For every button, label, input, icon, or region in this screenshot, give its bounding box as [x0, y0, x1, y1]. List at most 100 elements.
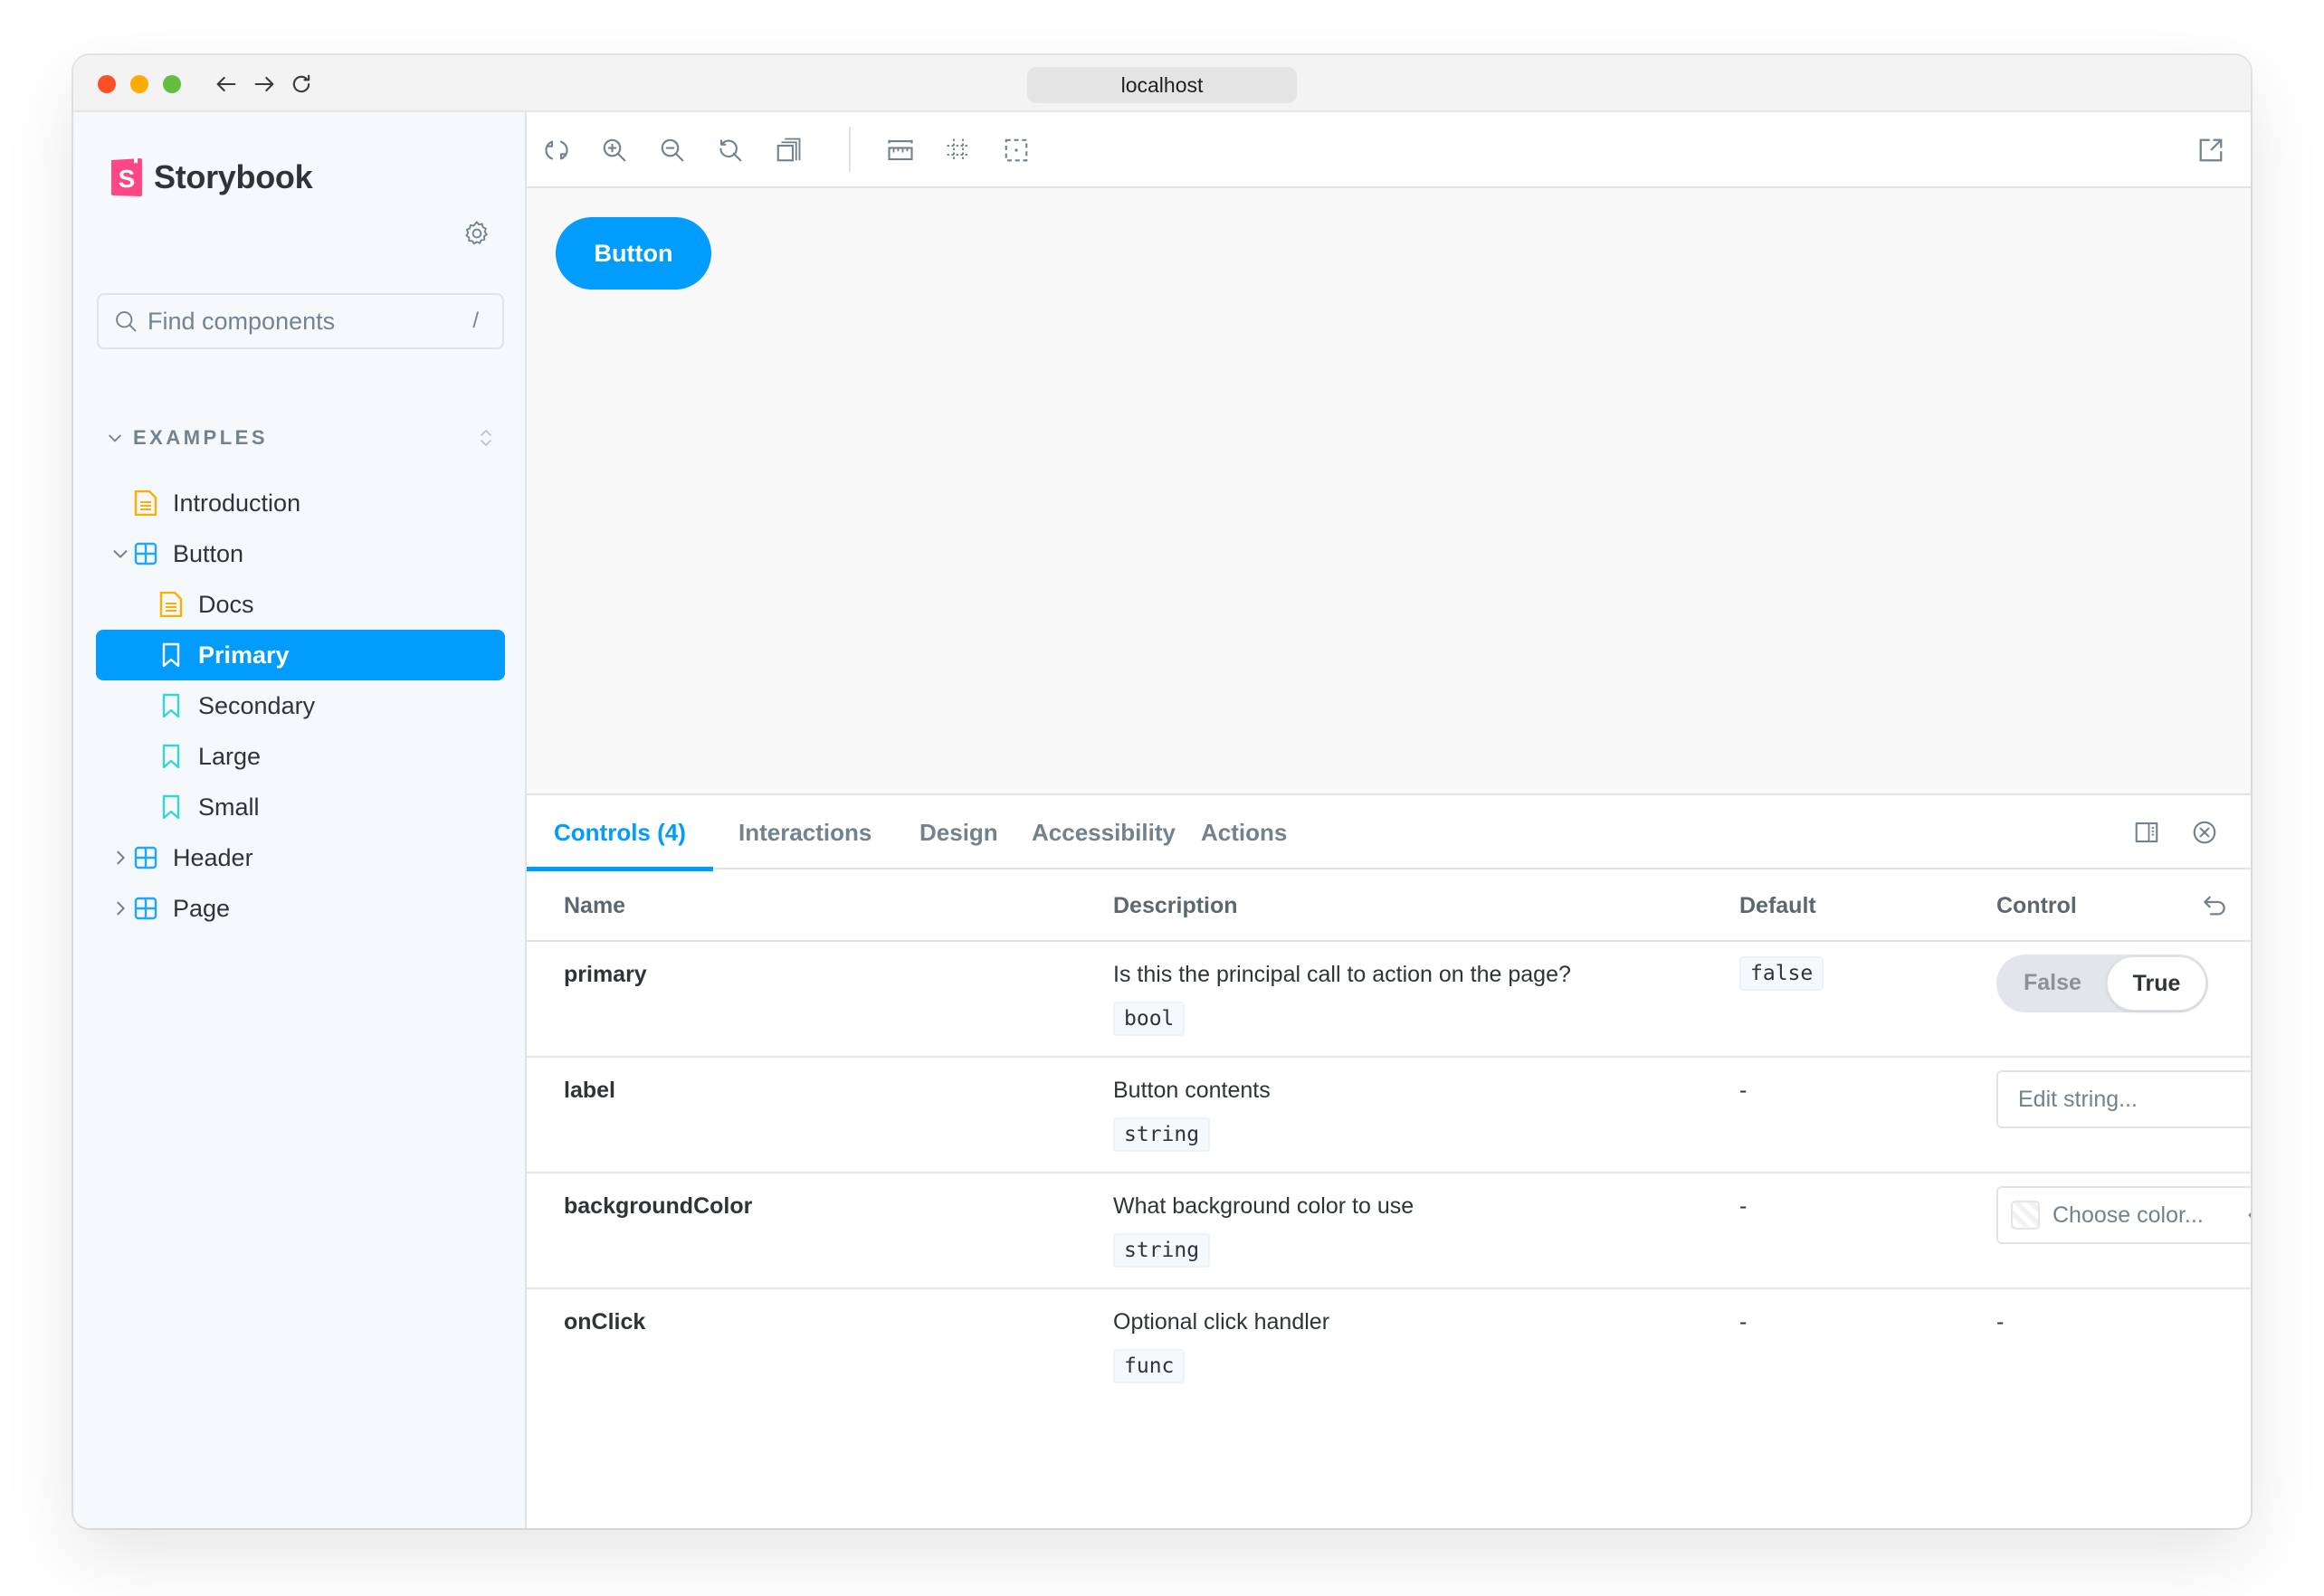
component-icon	[134, 897, 157, 920]
toggle-option-true[interactable]: True	[2107, 956, 2206, 1011]
remount-icon	[545, 140, 568, 160]
tree-item-label: Docs	[198, 590, 254, 618]
tree-item-button[interactable]: Button	[96, 528, 505, 579]
tree-item-header[interactable]: Header	[96, 832, 505, 883]
sidebar-right-icon	[2135, 822, 2158, 843]
storybook-brand[interactable]: S Storybook	[110, 157, 313, 197]
prop-type: string	[1113, 1117, 1211, 1152]
primary-boolean-toggle[interactable]: False True	[1996, 955, 2208, 1012]
minimize-window-button[interactable]	[130, 75, 148, 93]
tree-item-label: Button	[173, 539, 244, 567]
measure-icon	[888, 139, 913, 161]
search-input[interactable]	[148, 307, 473, 336]
section-examples[interactable]: EXAMPLES	[106, 420, 504, 456]
zoom-reset-icon	[719, 139, 742, 162]
browser-window: localhost S Storybook / EXAMPLES	[73, 55, 2251, 1528]
prop-control: -	[1996, 1309, 2005, 1335]
label-text-input[interactable]	[1996, 1070, 2251, 1128]
storybook-logo-icon: S	[111, 158, 142, 196]
close-window-button[interactable]	[98, 75, 116, 93]
preview-toolbar	[527, 112, 2251, 188]
zoom-reset-button[interactable]	[712, 132, 748, 168]
prop-default: -	[1739, 1193, 1748, 1219]
bookmark-icon	[162, 744, 180, 769]
outline-button[interactable]	[998, 132, 1034, 168]
tab-actions[interactable]: Actions	[1174, 795, 1314, 869]
type-badge: string	[1113, 1117, 1211, 1152]
column-header-name: Name	[564, 893, 626, 918]
table-row-label: label Button contents string -	[527, 1058, 2251, 1173]
background-icon	[776, 138, 801, 162]
controls-table: Name Description Default Control primary…	[527, 871, 2251, 1405]
close-panel-button[interactable]	[2189, 817, 2220, 848]
tab-label: Actions	[1201, 818, 1288, 846]
tree-item-button-primary[interactable]: Primary	[96, 630, 505, 680]
tree-item-button-small[interactable]: Small	[96, 782, 505, 832]
prop-type: func	[1113, 1349, 1186, 1383]
prop-control: Choose color...	[1996, 1186, 2251, 1244]
component-tree: Introduction Button Docs Primary Seconda…	[96, 478, 505, 934]
chevron-right-icon	[117, 850, 125, 865]
tree-item-label: Small	[198, 793, 260, 821]
maximize-window-button[interactable]	[163, 75, 181, 93]
svg-text:S: S	[119, 165, 136, 193]
prop-type: bool	[1113, 1002, 1186, 1036]
panel-orientation-button[interactable]	[2131, 817, 2162, 848]
tab-controls[interactable]: Controls (4)	[527, 795, 713, 871]
prop-name: onClick	[564, 1309, 646, 1335]
open-in-new-tab-icon	[2199, 138, 2223, 162]
type-badge: string	[1113, 1233, 1211, 1268]
chevron-down-icon	[109, 434, 121, 442]
chevron-down-icon	[113, 550, 128, 558]
story-primary-button[interactable]: Button	[556, 217, 711, 290]
tree-item-introduction[interactable]: Introduction	[96, 478, 505, 528]
tree-item-label: Large	[198, 742, 262, 770]
type-badge: bool	[1113, 1002, 1186, 1036]
outline-icon	[1005, 138, 1028, 162]
address-bar[interactable]: localhost	[1027, 67, 1297, 103]
component-icon	[134, 542, 157, 565]
search-icon	[116, 311, 137, 332]
table-row-onclick: onClick Optional click handler func - -	[527, 1289, 2251, 1405]
code-icon[interactable]	[2246, 1202, 2251, 1228]
tree-item-page[interactable]: Page	[96, 883, 505, 934]
grid-button[interactable]	[940, 132, 976, 168]
tree-item-button-secondary[interactable]: Secondary	[96, 680, 505, 731]
tree-item-label: Primary	[198, 641, 290, 669]
reload-button[interactable]	[285, 68, 318, 100]
prop-default: false	[1739, 956, 1824, 991]
bookmark-icon	[162, 693, 180, 718]
addon-tabs: Controls (4) Interactions Design Accessi…	[527, 795, 2251, 871]
table-row-primary: primary Is this the principal call to ac…	[527, 942, 2251, 1058]
reset-controls-icon[interactable]	[2200, 891, 2229, 920]
tree-item-button-docs[interactable]: Docs	[96, 579, 505, 630]
remount-button[interactable]	[538, 132, 575, 168]
zoom-in-button[interactable]	[596, 132, 633, 168]
tab-label: Controls (4)	[554, 818, 686, 846]
tree-item-label: Secondary	[198, 691, 316, 719]
arrow-right-icon	[254, 76, 274, 92]
background-color-picker[interactable]: Choose color...	[1996, 1186, 2251, 1244]
expand-collapse-all-icon[interactable]	[475, 427, 497, 449]
grid-icon	[947, 138, 970, 162]
tree-item-button-large[interactable]: Large	[96, 731, 505, 782]
default-value-badge: false	[1739, 956, 1824, 991]
tab-label: Interactions	[738, 818, 872, 846]
back-button[interactable]	[210, 68, 243, 100]
tab-interactions[interactable]: Interactions	[711, 795, 899, 869]
browser-titlebar: localhost	[73, 55, 2251, 112]
find-components-search[interactable]: /	[97, 293, 504, 349]
type-badge: func	[1113, 1349, 1186, 1383]
url-text: localhost	[1120, 72, 1204, 97]
open-in-new-tab-button[interactable]	[2193, 132, 2229, 168]
background-button[interactable]	[770, 132, 806, 168]
table-row-backgroundcolor: backgroundColor What background color to…	[527, 1173, 2251, 1289]
zoom-out-button[interactable]	[654, 132, 691, 168]
prop-control	[1996, 1070, 2251, 1128]
forward-button[interactable]	[248, 68, 281, 100]
settings-gear-icon[interactable]	[462, 219, 491, 248]
color-swatch[interactable]	[2011, 1201, 2040, 1230]
toggle-option-false[interactable]: False	[2024, 970, 2081, 996]
measure-button[interactable]	[882, 132, 919, 168]
column-header-control: Control	[1996, 893, 2077, 918]
